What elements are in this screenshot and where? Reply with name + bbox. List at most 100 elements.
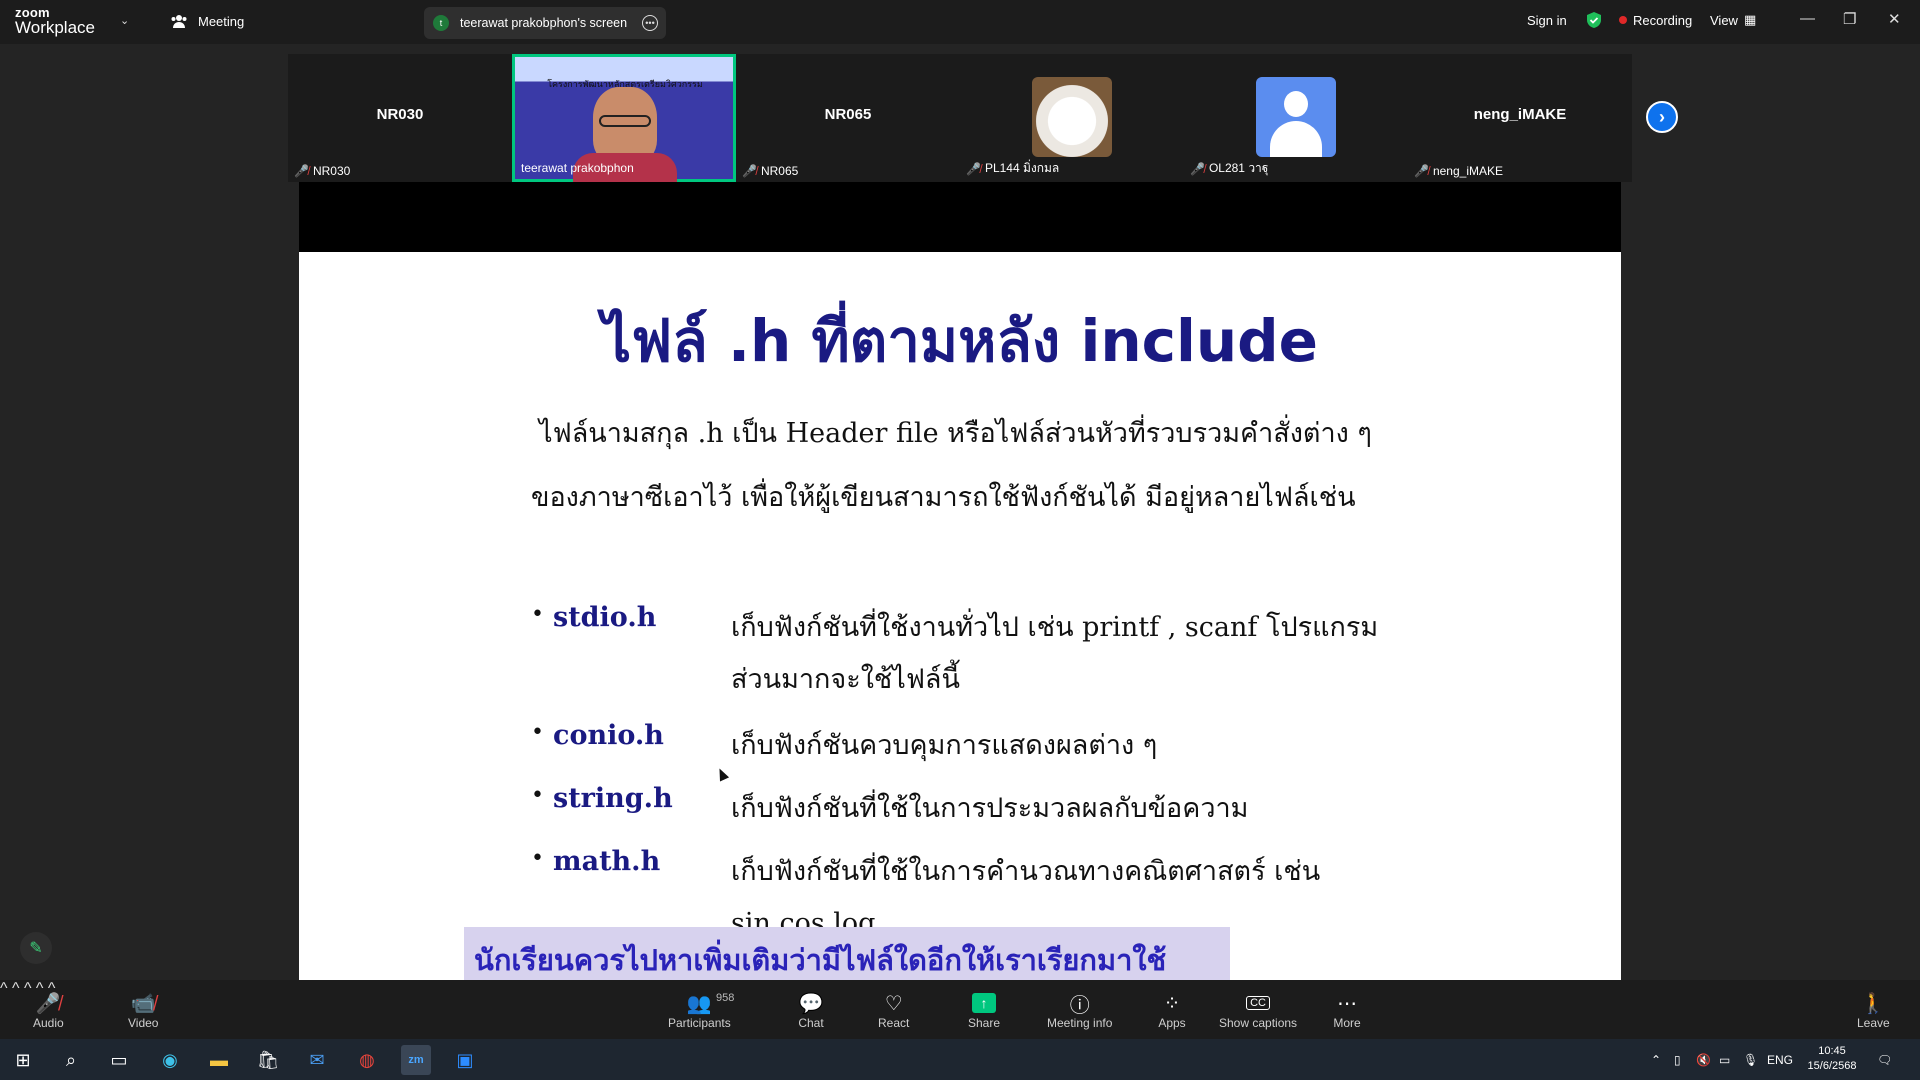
close-icon[interactable]: ✕ (1888, 10, 1901, 28)
shared-screen-tab[interactable]: t teerawat prakobphon's screen ••• (424, 7, 666, 39)
share-button[interactable]: ↑ Share (968, 990, 1000, 1030)
participant-label: 🎤̸ NR065 (742, 164, 798, 178)
notifications-icon[interactable]: 🗨 (1877, 1039, 1892, 1080)
file-explorer-icon[interactable]: ▬ (204, 1045, 234, 1075)
more-options-icon[interactable]: ••• (642, 15, 658, 31)
share-icon-wrap: ↑ (969, 990, 999, 1016)
meeting-info-button[interactable]: ⓘ Meeting info (1047, 990, 1112, 1031)
meeting-label: Meeting (198, 13, 245, 29)
show-captions-button[interactable]: CC Show captions (1219, 990, 1297, 1030)
participant-label: 🎤̸ PL144 มิ่งกมล (966, 159, 1059, 178)
participant-display-name: NR030 (376, 106, 424, 123)
slide-note-banner: นักเรียนควรไปหาเพิ่มเติมว่ามีไฟล์ใดอีกให… (464, 927, 1230, 980)
bullet-library: stdio.h (553, 602, 657, 633)
participant-tile[interactable]: neng_iMAKE 🎤̸ neng_iMAKE (1408, 54, 1632, 182)
audio-options-caret-icon[interactable]: ^ (0, 980, 8, 997)
apps-icon: ⁘ (1163, 992, 1181, 1015)
audio-button[interactable]: 🎤̸ Audio (33, 990, 64, 1031)
show-hidden-icons-chevron-icon[interactable]: ⌃ (1651, 1039, 1661, 1080)
view-button[interactable]: View ▦ (1710, 0, 1756, 40)
bullet-library: conio.h (553, 720, 664, 751)
participants-icon: 👥 (686, 992, 712, 1015)
participant-tile[interactable]: 🎤̸ OL281 วาฐุ (1184, 54, 1408, 182)
dog-avatar (1032, 77, 1112, 157)
battery-icon[interactable]: ▯ (1674, 1039, 1681, 1080)
meeting-controls: 🎤̸ Audio ^ 📹̸ Video ^ 👥 Participants 958… (0, 980, 1920, 1039)
chrome-icon[interactable]: ◍ (352, 1045, 382, 1075)
microsoft-store-icon[interactable]: 🛍 (253, 1045, 283, 1075)
bullet-item: • stdio.h เก็บฟังก์ชันที่ใช้งานทั่วไป เช… (531, 602, 1391, 706)
video-off-icon: 📹̸ (130, 992, 156, 1015)
default-person-avatar-icon (1256, 77, 1336, 157)
slide-intro: ไฟล์นามสกุล .h เป็น Header file หรือไฟล์… (531, 402, 1411, 530)
slide-title: ไฟล์ .h ที่ตามหลัง include (601, 307, 1319, 375)
participant-label: teerawat prakobphon (521, 161, 634, 175)
apps-label: Apps (1158, 1016, 1186, 1030)
participant-tile[interactable]: 🎤̸ PL144 มิ่งกมล (960, 54, 1184, 182)
annotate-pencil-icon[interactable]: ✎ (20, 932, 52, 964)
zoom-app-icon[interactable]: zm (401, 1045, 431, 1075)
bullet-description: เก็บฟังก์ชันที่ใช้งานทั่วไป เช่น printf … (731, 612, 1379, 695)
more-button[interactable]: ⋯ More (1332, 990, 1362, 1031)
leave-icon: 🚶 (1860, 992, 1886, 1015)
muted-mic-icon: 🎤̸ (742, 164, 757, 178)
input-language[interactable]: ENG (1767, 1039, 1793, 1080)
recording-dot-icon (1619, 16, 1627, 24)
speaker-muted-icon[interactable]: 🔇 (1696, 1039, 1711, 1080)
logo-line2: Workplace (15, 18, 95, 37)
video-button[interactable]: 📹̸ Video (128, 990, 158, 1031)
participant-name: teerawat prakobphon (521, 161, 634, 175)
recording-indicator[interactable]: Recording (1619, 0, 1692, 40)
bullet-item: • string.h เก็บฟังก์ชันที่ใช้ในการประมวล… (531, 783, 1391, 835)
minimize-icon[interactable]: — (1800, 10, 1815, 27)
bullet-description: เก็บฟังก์ชันควบคุมการแสดงผลต่าง ๆ (731, 730, 1158, 761)
network-icon[interactable]: ▭ (1719, 1039, 1730, 1080)
sign-in-button[interactable]: Sign in (1527, 0, 1567, 40)
react-button[interactable]: ♡ React (878, 990, 909, 1031)
view-label: View (1710, 12, 1738, 28)
participant-tile-active-speaker[interactable]: โครงการพัฒนาหลักสูตรเตรียมวิศวกรรม teera… (512, 54, 736, 183)
chat-icon: 💬 (798, 992, 824, 1015)
share-label: Share (968, 1016, 1001, 1030)
leave-button[interactable]: 🚶 Leave (1857, 990, 1890, 1031)
edge-browser-icon[interactable]: ◉ (155, 1045, 185, 1075)
zoom-workplace-logo[interactable]: zoom Workplace (15, 6, 95, 36)
task-view-icon[interactable]: ▭ (104, 1045, 134, 1075)
security-shield-icon[interactable] (1585, 0, 1603, 40)
info-icon: ⓘ (1069, 994, 1090, 1017)
participant-strip: NR030 🎤̸ NR030 โครงการพัฒนาหลักสูตรเตรียม… (288, 54, 1632, 183)
participant-name: neng_iMAKE (1432, 164, 1503, 178)
mail-icon[interactable]: ✉ (302, 1045, 332, 1075)
more-label: More (1333, 1016, 1361, 1030)
shared-slide: ไฟล์ .h ที่ตามหลัง include ไฟล์นามสกุล .… (299, 252, 1621, 980)
muted-mic-icon: 🎤̸ (294, 164, 309, 178)
apps-button[interactable]: ⁘ Apps (1157, 990, 1187, 1031)
participant-label: 🎤̸ NR030 (294, 164, 350, 178)
bullet-dot: • (531, 720, 544, 745)
video-options-caret-icon[interactable]: ^ (12, 980, 20, 997)
participant-count: 958 (716, 992, 735, 1004)
bullet-dot: • (531, 783, 544, 808)
chevron-down-icon[interactable]: ⌄ (120, 14, 129, 27)
presenter-initial: t (433, 15, 449, 31)
zoom-meeting-icon[interactable]: ▣ (450, 1045, 480, 1075)
microphone-icon[interactable]: 🎙 (1743, 1039, 1758, 1080)
shared-screen-letterbox (299, 182, 1621, 252)
restore-icon[interactable]: ❐ (1843, 10, 1856, 28)
participant-tile[interactable]: NR030 🎤̸ NR030 (288, 54, 512, 182)
chat-label: Chat (798, 1016, 824, 1030)
chat-button[interactable]: 💬 Chat (796, 990, 826, 1031)
windows-start-icon[interactable]: ⊞ (8, 1045, 38, 1075)
participants-caret-icon[interactable]: ^ (24, 980, 32, 997)
leave-label: Leave (1857, 1016, 1890, 1030)
meeting-menu-button[interactable]: Meeting (170, 12, 244, 30)
participant-tile[interactable]: NR065 🎤̸ NR065 (736, 54, 960, 182)
system-clock[interactable]: 10:45 15/6/2568 (1797, 1044, 1867, 1074)
windows-taskbar: ⊞ ⌕ ▭ ◉ ▬ 🛍 ✉ ◍ zm ▣ ⌃ ▯ 🔇 ▭ 🎙 ENG 10:45… (0, 1039, 1920, 1080)
participant-label: 🎤̸ neng_iMAKE (1414, 164, 1503, 178)
meeting-icon (171, 15, 187, 28)
participant-display-name: NR065 (824, 106, 872, 123)
search-icon[interactable]: ⌕ (56, 1045, 86, 1075)
heart-react-icon: ♡ (884, 992, 903, 1015)
next-page-arrow-icon[interactable]: › (1646, 101, 1678, 133)
